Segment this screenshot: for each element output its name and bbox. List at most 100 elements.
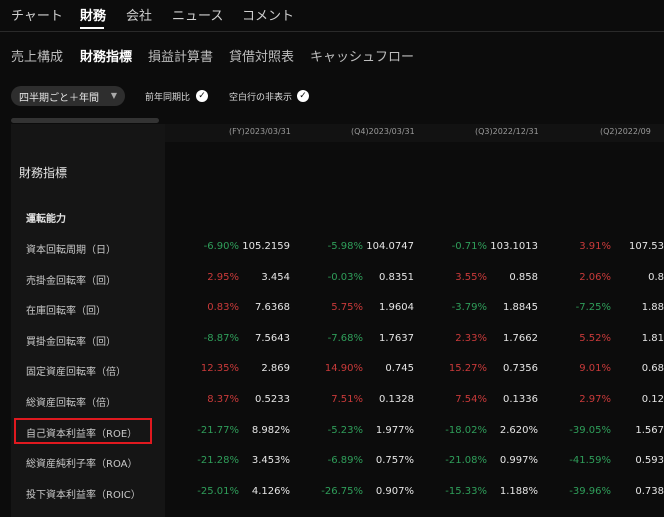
metric-value: 0.1328	[379, 394, 414, 405]
metric-value: 1.8845	[503, 302, 538, 313]
chevron-down-icon: ▼	[110, 91, 117, 100]
roe-highlight-box	[14, 418, 152, 444]
metric-value: 1.7637	[379, 333, 414, 344]
subtab-balance-sheet[interactable]: 貸借対照表	[229, 46, 294, 65]
metric-value: 1.7662	[503, 333, 538, 344]
metric-value: 0.1336	[503, 394, 538, 405]
change-percent: -25.01%	[197, 486, 239, 497]
change-percent: 15.27%	[448, 363, 487, 374]
metric-value: 0.745	[385, 363, 414, 374]
hide-empty-check-icon[interactable]: ✓	[297, 90, 309, 102]
change-percent: -15.33%	[445, 486, 487, 497]
change-percent: 12.35%	[200, 363, 239, 374]
tab-news[interactable]: ニュース	[172, 5, 223, 24]
metric-value: 1.81	[641, 333, 664, 344]
yoy-check-icon[interactable]: ✓	[196, 90, 208, 102]
section-title: 財務指標	[19, 166, 68, 180]
period-select-label: 四半期ごと＋年間	[19, 92, 99, 104]
metric-value: 0.738	[635, 486, 664, 497]
metric-value: 1.9604	[379, 302, 414, 313]
change-percent: -0.71%	[451, 241, 487, 252]
change-percent: 9.01%	[579, 363, 611, 374]
tab-chart[interactable]: チャート	[11, 5, 63, 24]
row-label: 在庫回転率（回）	[26, 306, 106, 317]
change-percent: 3.91%	[579, 241, 611, 252]
metric-value: 0.68	[641, 363, 664, 374]
metric-value: 0.907%	[375, 486, 414, 497]
row-label: 固定資産回転率（倍）	[26, 367, 126, 378]
column-header: (Q3)2022/12/31	[475, 127, 539, 136]
metric-value: 1.977%	[375, 425, 414, 436]
subtab-income-statement[interactable]: 損益計算書	[148, 46, 213, 65]
change-percent: -0.03%	[327, 272, 363, 283]
metric-value: 8.982%	[251, 425, 290, 436]
metric-value: 4.126%	[251, 486, 290, 497]
row-label: 総資産回転率（倍）	[26, 398, 116, 409]
yoy-toggle-label: 前年同期比	[145, 93, 191, 103]
change-percent: -41.59%	[569, 455, 611, 466]
change-percent: -6.89%	[327, 455, 363, 466]
change-percent: 2.33%	[455, 333, 487, 344]
group-title: 運転能力	[26, 214, 66, 225]
change-percent: -39.05%	[569, 425, 611, 436]
column-header: (FY)2023/03/31	[229, 127, 291, 136]
change-percent: 5.75%	[331, 302, 363, 313]
metric-value: 107.53	[629, 241, 664, 252]
change-percent: -21.77%	[197, 425, 239, 436]
metric-value: 1.188%	[499, 486, 538, 497]
change-percent: 7.54%	[455, 394, 487, 405]
metric-value: 2.620%	[499, 425, 538, 436]
change-percent: -7.68%	[327, 333, 363, 344]
column-header: (Q4)2023/03/31	[351, 127, 415, 136]
change-percent: 14.90%	[324, 363, 363, 374]
change-percent: 2.95%	[207, 272, 239, 283]
active-tab-indicator	[80, 27, 104, 29]
metric-value: 0.8	[648, 272, 664, 283]
row-label: 売掛金回転率（回）	[26, 276, 116, 287]
metric-value: 7.6368	[255, 302, 290, 313]
subtab-sales-composition[interactable]: 売上構成	[11, 46, 63, 65]
metric-value: 103.1013	[490, 241, 538, 252]
change-percent: 5.52%	[579, 333, 611, 344]
metric-value: 0.757%	[375, 455, 414, 466]
change-percent: -7.25%	[575, 302, 611, 313]
row-label: 投下資本利益率（ROIC）	[26, 490, 141, 501]
metric-value: 1.567	[635, 425, 664, 436]
metric-value: 0.858	[509, 272, 538, 283]
row-label: 総資産純利子率（ROA）	[26, 459, 138, 470]
metric-value: 2.869	[261, 363, 290, 374]
metric-value: 0.5233	[255, 394, 290, 405]
tab-financials[interactable]: 財務	[80, 5, 106, 24]
change-percent: 8.37%	[207, 394, 239, 405]
metric-value: 0.593	[635, 455, 664, 466]
metric-value: 1.88	[641, 302, 664, 313]
metric-value: 0.997%	[499, 455, 538, 466]
column-header: (Q2)2022/09	[600, 127, 651, 136]
metric-value: 0.12	[641, 394, 664, 405]
subtab-financial-indicators[interactable]: 財務指標	[80, 46, 132, 65]
metric-value: 3.454	[261, 272, 290, 283]
tab-comments[interactable]: コメント	[242, 5, 294, 24]
nav-divider	[0, 31, 664, 32]
change-percent: -3.79%	[451, 302, 487, 313]
change-percent: -8.87%	[203, 333, 239, 344]
metric-value: 0.8351	[379, 272, 414, 283]
change-percent: -21.28%	[197, 455, 239, 466]
change-percent: -6.90%	[203, 241, 239, 252]
change-percent: -5.23%	[327, 425, 363, 436]
hide-empty-toggle-label: 空白行の非表示	[229, 93, 293, 103]
metric-value: 3.453%	[251, 455, 290, 466]
metric-value: 104.0747	[366, 241, 414, 252]
horizontal-scrollbar[interactable]	[11, 118, 159, 123]
subtab-cash-flow[interactable]: キャッシュフロー	[310, 46, 414, 65]
change-percent: -21.08%	[445, 455, 487, 466]
change-percent: 2.06%	[579, 272, 611, 283]
change-percent: 7.51%	[331, 394, 363, 405]
change-percent: 3.55%	[455, 272, 487, 283]
row-label: 資本回転周期（日）	[26, 245, 116, 256]
change-percent: 2.97%	[579, 394, 611, 405]
change-percent: -26.75%	[321, 486, 363, 497]
tab-company[interactable]: 会社	[126, 5, 152, 24]
period-select[interactable]: 四半期ごと＋年間 ▼	[11, 86, 125, 106]
metric-value: 105.2159	[242, 241, 290, 252]
